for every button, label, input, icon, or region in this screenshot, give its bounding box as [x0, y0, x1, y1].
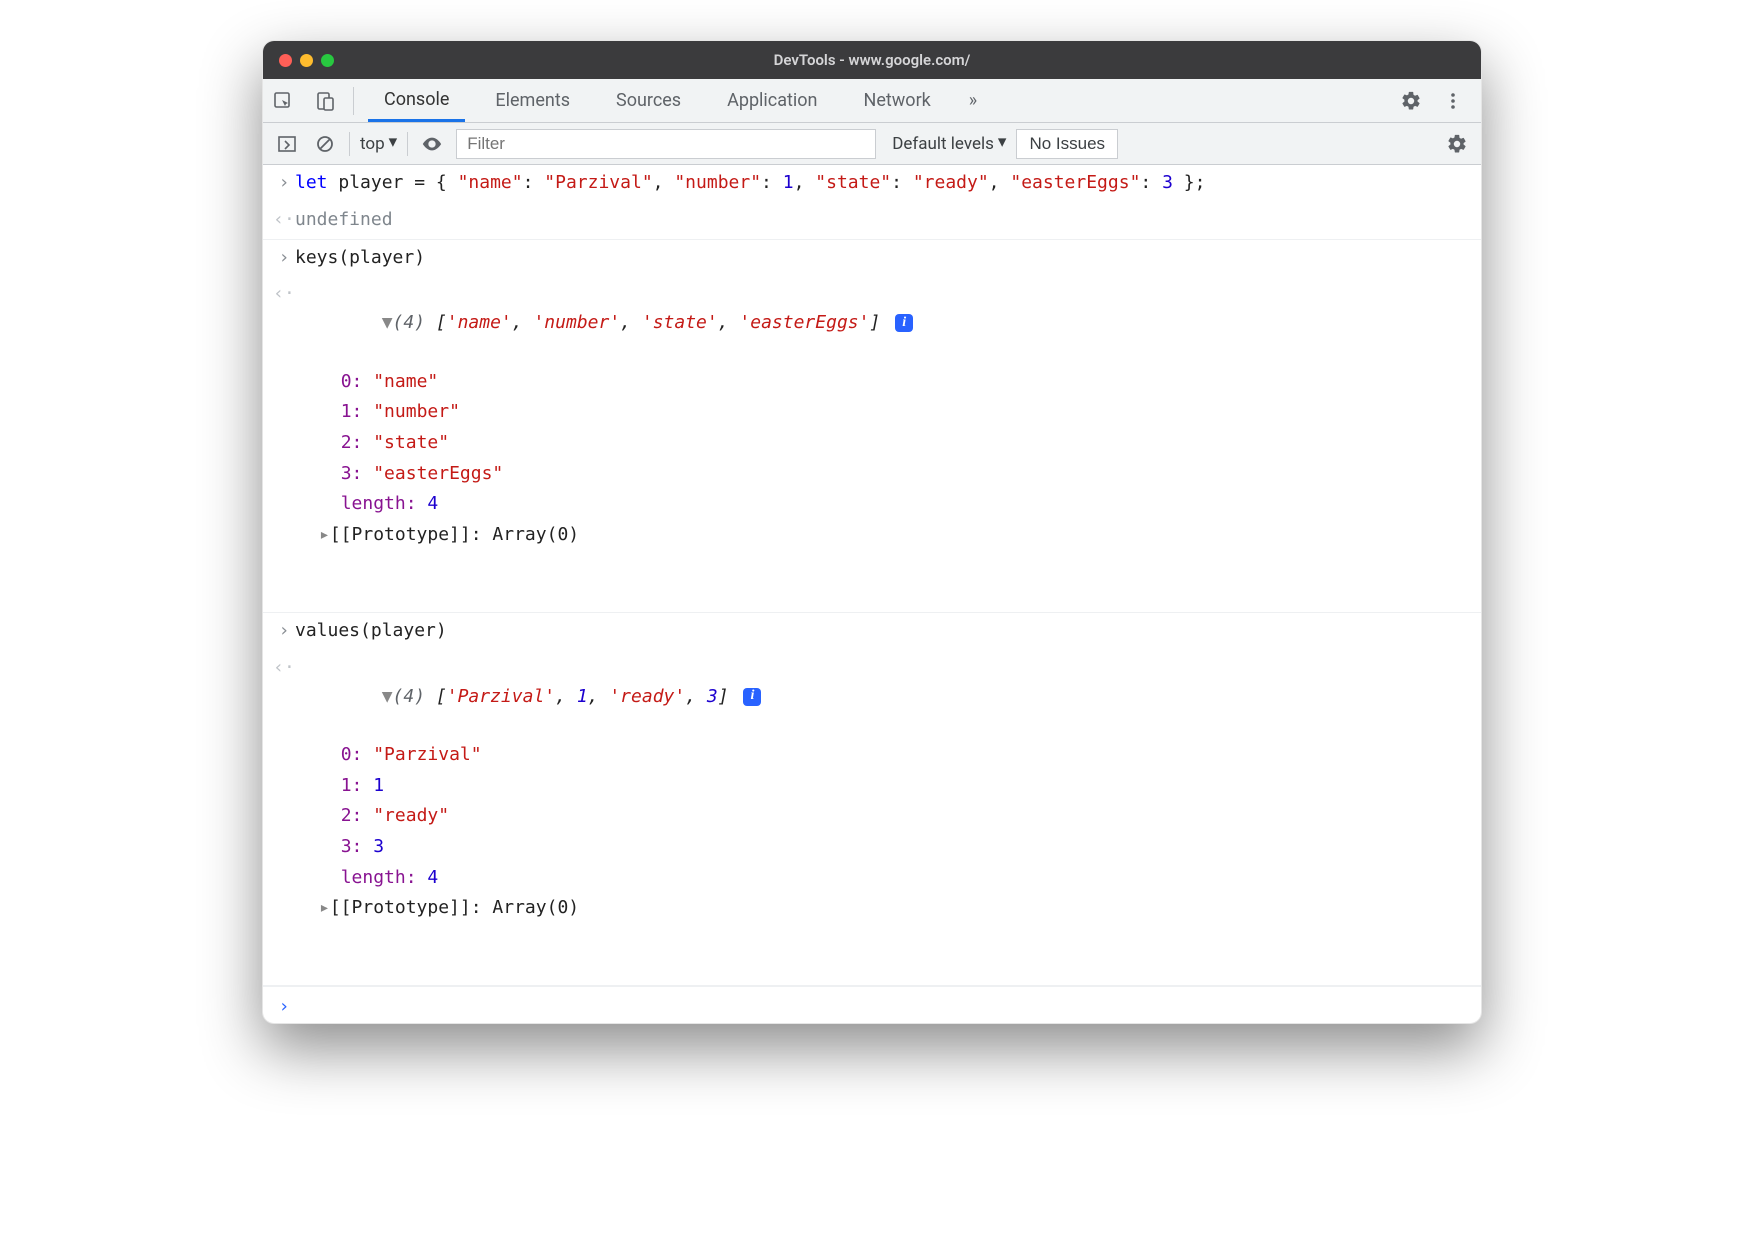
info-icon[interactable]: i: [743, 688, 761, 706]
settings-icon[interactable]: [1397, 87, 1425, 115]
context-selector[interactable]: top ▾: [360, 134, 397, 154]
filter-input[interactable]: [456, 129, 876, 159]
chevron-down-icon: ▾: [389, 132, 398, 152]
tab-sources[interactable]: Sources: [600, 79, 697, 122]
console-input-row[interactable]: › keys(player): [263, 240, 1481, 277]
prompt-chevron-icon: ›: [273, 993, 295, 1017]
window-title: DevTools - www.google.com/: [263, 51, 1481, 69]
device-toggle-icon[interactable]: [311, 87, 339, 115]
array-expansion: 0: "name" 1: "number" 2: "state" 3: "eas…: [295, 367, 1471, 551]
tab-elements[interactable]: Elements: [479, 79, 586, 122]
array-summary[interactable]: ▼(4) ['name', 'number', 'state', 'easter…: [382, 312, 881, 333]
tab-console[interactable]: Console: [368, 79, 465, 122]
tab-application[interactable]: Application: [711, 79, 833, 122]
array-item[interactable]: 1: 1: [319, 771, 1471, 802]
array-item[interactable]: 0: "Parzival": [319, 740, 1471, 771]
array-expansion: 0: "Parzival" 1: 1 2: "ready" 3: 3 lengt…: [295, 740, 1471, 924]
inspect-element-icon[interactable]: [269, 87, 297, 115]
array-item[interactable]: 2: "ready": [319, 801, 1471, 832]
output-chevron-icon: ‹·: [273, 206, 295, 230]
console-prompt[interactable]: ›: [263, 986, 1481, 1023]
console-toolbar: top ▾ Default levels ▾ No Issues: [263, 123, 1481, 165]
array-result[interactable]: ▼(4) ['name', 'number', 'state', 'easter…: [295, 280, 1471, 608]
issues-button[interactable]: No Issues: [1016, 129, 1118, 159]
console-code: let player = { "name": "Parzival", "numb…: [295, 169, 1471, 198]
array-summary[interactable]: ▼(4) ['Parzival', 1, 'ready', 3]: [382, 686, 729, 707]
array-item[interactable]: 3: 3: [319, 832, 1471, 863]
console-settings-icon[interactable]: [1443, 130, 1471, 158]
tab-network[interactable]: Network: [848, 79, 947, 122]
devtools-window: DevTools - www.google.com/ Console Eleme…: [262, 40, 1482, 1024]
array-item[interactable]: 1: "number": [319, 397, 1471, 428]
console-input-row[interactable]: › values(player): [263, 613, 1481, 650]
array-length[interactable]: length: 4: [319, 863, 1471, 894]
console-result-row: ‹· ▼(4) ['Parzival', 1, 'ready', 3] i 0:…: [263, 650, 1481, 987]
console-code: keys(player): [295, 244, 1471, 273]
clear-console-icon[interactable]: [311, 130, 339, 158]
array-result[interactable]: ▼(4) ['Parzival', 1, 'ready', 3] i 0: "P…: [295, 654, 1471, 982]
console-code: values(player): [295, 617, 1471, 646]
kebab-menu-icon[interactable]: [1439, 87, 1467, 115]
close-window-button[interactable]: [279, 54, 292, 67]
console-result: undefined: [295, 206, 1471, 235]
live-expression-eye-icon[interactable]: [418, 130, 446, 158]
show-console-sidebar-icon[interactable]: [273, 130, 301, 158]
tabs-more-button[interactable]: »: [961, 79, 985, 122]
array-prototype[interactable]: ▸[[Prototype]]: Array(0): [319, 893, 1471, 924]
console-result-row: ‹· ▼(4) ['name', 'number', 'state', 'eas…: [263, 276, 1481, 613]
info-icon[interactable]: i: [895, 314, 913, 332]
console-input-row[interactable]: › let player = { "name": "Parzival", "nu…: [263, 165, 1481, 202]
output-chevron-icon: ‹·: [273, 280, 295, 304]
panel-tabs: Console Elements Sources Application Net…: [263, 79, 1481, 123]
levels-label: Default levels: [892, 134, 994, 154]
array-prototype[interactable]: ▸[[Prototype]]: Array(0): [319, 520, 1471, 551]
window-titlebar: DevTools - www.google.com/: [263, 41, 1481, 79]
input-chevron-icon: ›: [273, 169, 295, 193]
input-chevron-icon: ›: [273, 244, 295, 268]
maximize-window-button[interactable]: [321, 54, 334, 67]
minimize-window-button[interactable]: [300, 54, 313, 67]
filter-field: [456, 129, 876, 159]
traffic-lights: [263, 54, 334, 67]
console-result-row: ‹· undefined: [263, 202, 1481, 240]
context-label: top: [360, 134, 385, 154]
array-item[interactable]: 2: "state": [319, 428, 1471, 459]
output-chevron-icon: ‹·: [273, 654, 295, 678]
log-levels-selector[interactable]: Default levels ▾: [892, 134, 1006, 154]
console-output: › let player = { "name": "Parzival", "nu…: [263, 165, 1481, 1023]
array-length[interactable]: length: 4: [319, 489, 1471, 520]
chevron-down-icon: ▾: [998, 132, 1007, 152]
input-chevron-icon: ›: [273, 617, 295, 641]
array-item[interactable]: 0: "name": [319, 367, 1471, 398]
array-item[interactable]: 3: "easterEggs": [319, 459, 1471, 490]
